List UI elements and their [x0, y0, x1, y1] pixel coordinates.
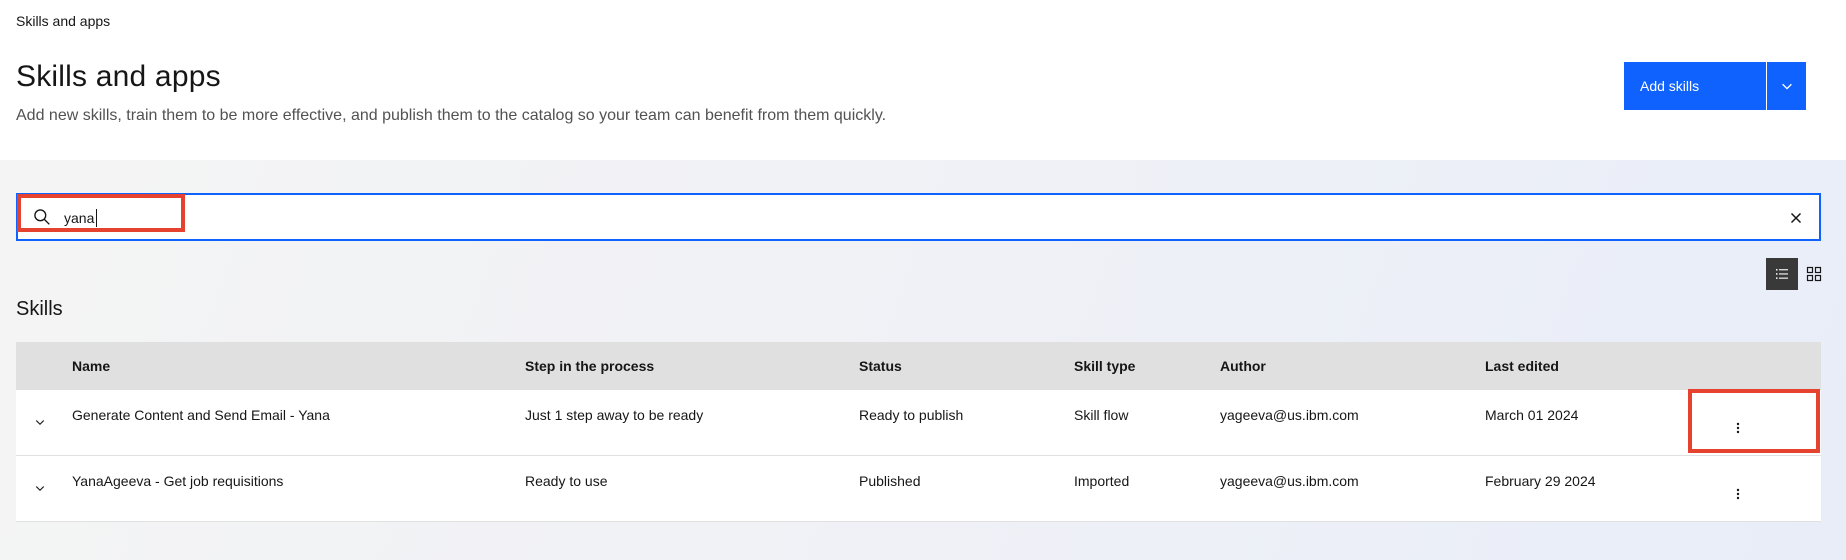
table-header: Name Step in the process Status Skill ty…: [16, 342, 1821, 390]
view-toggle: [1766, 258, 1830, 290]
skills-table: Name Step in the process Status Skill ty…: [16, 342, 1821, 522]
breadcrumb[interactable]: Skills and apps: [16, 13, 110, 29]
cell-status: Ready to publish: [859, 407, 964, 423]
column-header-author[interactable]: Author: [1220, 342, 1266, 390]
overflow-menu-icon: [1736, 488, 1740, 500]
list-view-icon: [1776, 269, 1788, 279]
cell-step: Just 1 step away to be ready: [525, 407, 704, 423]
column-header-name[interactable]: Name: [72, 342, 110, 390]
cell-skill-type: Imported: [1074, 473, 1130, 489]
row-overflow-menu-button[interactable]: [1728, 418, 1748, 438]
cell-step: Ready to use: [525, 473, 608, 489]
column-header-last-edited[interactable]: Last edited: [1485, 342, 1559, 390]
overflow-menu-icon: [1736, 422, 1740, 434]
main-content: Skills Name Step in the process Status S…: [0, 160, 1846, 560]
search-input[interactable]: [64, 207, 1764, 229]
grid-view-icon: [1806, 266, 1822, 282]
add-skills-button-group: Add skills: [1624, 62, 1806, 110]
cell-author: yageeva@us.ibm.com: [1220, 473, 1359, 489]
text-cursor: [96, 209, 97, 227]
column-header-step[interactable]: Step in the process: [525, 342, 654, 390]
column-header-status[interactable]: Status: [859, 342, 902, 390]
chevron-down-icon: [35, 486, 45, 492]
page-title: Skills and apps: [16, 60, 221, 93]
expand-row-button[interactable]: [30, 412, 50, 432]
cell-name[interactable]: YanaAgeeva - Get job requisitions: [72, 473, 283, 489]
table-row[interactable]: YanaAgeeva - Get job requisitions Ready …: [16, 456, 1821, 522]
column-header-skill-type[interactable]: Skill type: [1074, 342, 1135, 390]
search-bar[interactable]: [16, 193, 1821, 241]
add-skills-dropdown-button[interactable]: [1767, 62, 1806, 110]
chevron-down-icon: [35, 420, 45, 426]
cell-last-edited: February 29 2024: [1485, 473, 1596, 489]
list-view-button[interactable]: [1766, 258, 1798, 290]
button-divider: [1766, 62, 1767, 110]
clear-search-button[interactable]: [1785, 207, 1807, 229]
add-skills-button[interactable]: Add skills: [1624, 62, 1766, 110]
row-overflow-menu-button[interactable]: [1728, 484, 1748, 504]
cell-author: yageeva@us.ibm.com: [1220, 407, 1359, 423]
grid-view-button[interactable]: [1798, 258, 1830, 290]
search-icon: [34, 209, 50, 225]
page-subtitle: Add new skills, train them to be more ef…: [16, 107, 887, 124]
cell-skill-type: Skill flow: [1074, 407, 1129, 423]
page-header: Skills and apps Skills and apps Add new …: [0, 0, 1846, 160]
cell-name[interactable]: Generate Content and Send Email - Yana: [72, 407, 330, 423]
cell-status: Published: [859, 473, 921, 489]
cell-last-edited: March 01 2024: [1485, 407, 1579, 423]
expand-row-button[interactable]: [30, 478, 50, 498]
skills-section-title: Skills: [16, 298, 63, 320]
table-row[interactable]: Generate Content and Send Email - Yana J…: [16, 390, 1821, 456]
close-icon: [1790, 212, 1802, 224]
chevron-down-icon: [1781, 83, 1792, 90]
